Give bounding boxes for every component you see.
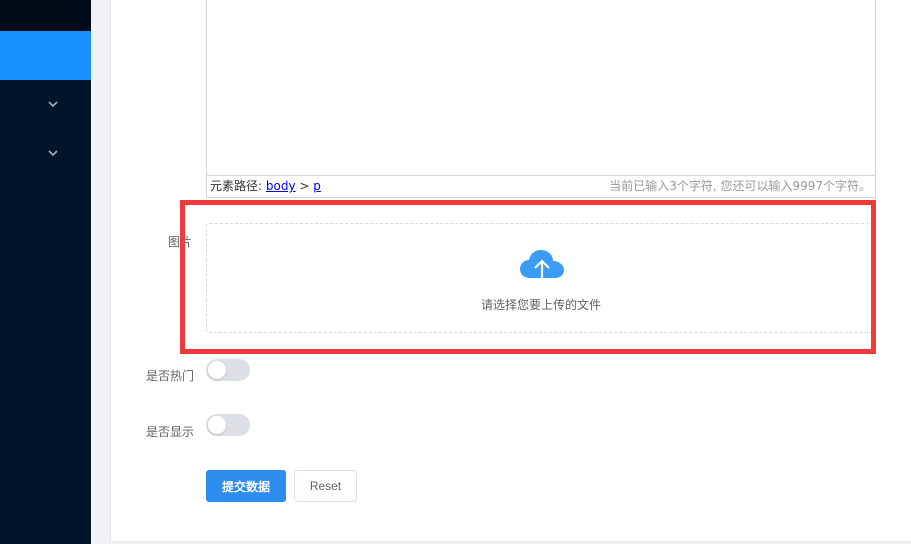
element-path-separator: > xyxy=(299,179,310,193)
highlight-box xyxy=(180,200,876,354)
sidebar-header xyxy=(0,0,91,31)
editor-char-count: 当前已输入3个字符, 您还可以输入9997个字符。 xyxy=(609,179,871,193)
hot-switch[interactable] xyxy=(206,359,250,381)
chevron-down-icon[interactable] xyxy=(46,97,60,111)
chevron-down-icon[interactable] xyxy=(46,146,60,160)
switch-knob xyxy=(208,361,226,379)
sidebar xyxy=(0,0,91,544)
hot-label: 是否热门 xyxy=(146,369,195,383)
submit-button[interactable]: 提交数据 xyxy=(206,470,286,502)
reset-button[interactable]: Reset xyxy=(294,470,357,502)
switch-knob xyxy=(208,416,226,434)
editor-status-bar: 元素路径: body > p 当前已输入3个字符, 您还可以输入9997个字符。 xyxy=(207,175,875,197)
show-switch[interactable] xyxy=(206,414,250,436)
element-path-label: 元素路径: xyxy=(210,179,263,193)
show-label: 是否显示 xyxy=(146,425,195,439)
rich-text-editor[interactable]: 元素路径: body > p 当前已输入3个字符, 您还可以输入9997个字符。 xyxy=(206,0,876,198)
editor-element-path: 元素路径: body > p xyxy=(210,176,321,196)
element-path-p-link[interactable]: p xyxy=(313,179,321,193)
sidebar-item-active[interactable] xyxy=(0,31,91,80)
element-path-body-link[interactable]: body xyxy=(266,179,296,193)
